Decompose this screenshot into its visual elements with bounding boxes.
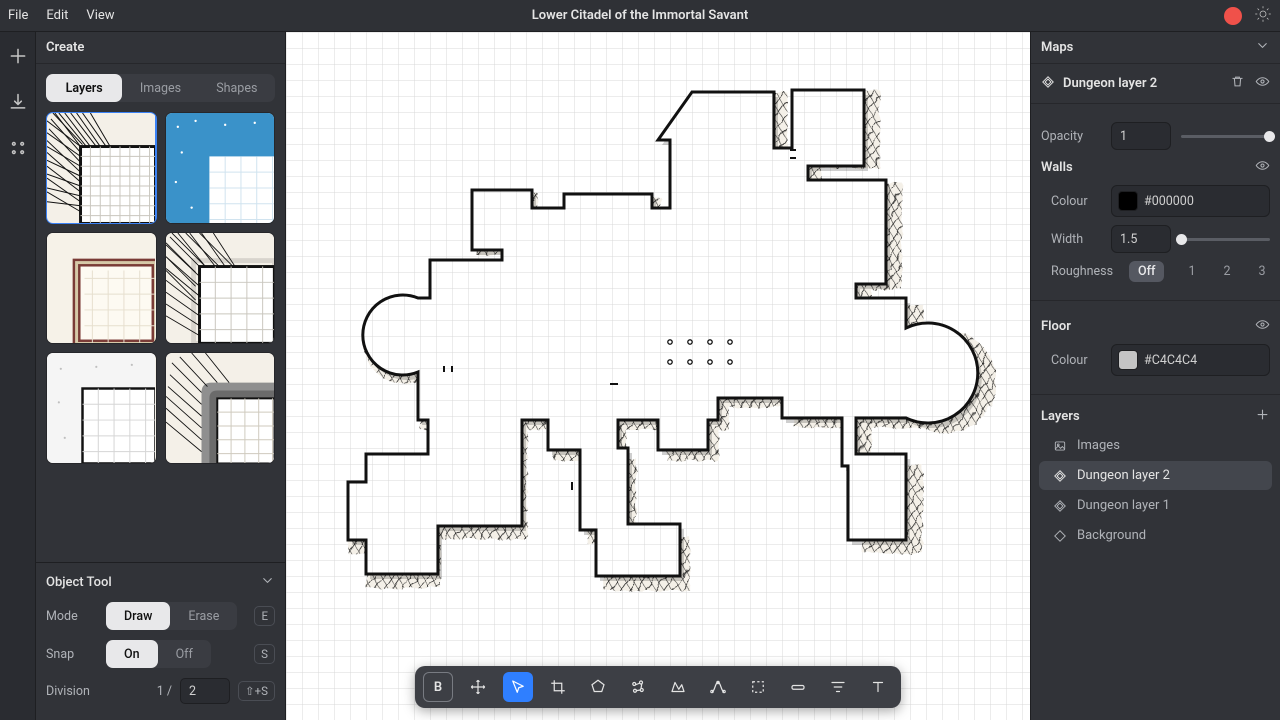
path-tool-icon[interactable]	[703, 672, 733, 702]
menu-file[interactable]: File	[8, 8, 28, 23]
lasso-tool-icon[interactable]	[663, 672, 693, 702]
canvas-toolbar: B	[415, 666, 901, 708]
snap-on[interactable]: On	[106, 640, 158, 668]
layer-item-dungeon-2[interactable]: Dungeon layer 2	[1039, 461, 1272, 490]
opacity-label: Opacity	[1041, 129, 1111, 144]
titlebar: File Edit View Lower Citadel of the Immo…	[0, 0, 1280, 32]
add-layer-icon[interactable]	[1255, 407, 1270, 426]
eye-icon[interactable]	[1255, 158, 1270, 177]
layer-item-background[interactable]: Background	[1039, 521, 1272, 550]
bold-tool[interactable]: B	[423, 672, 453, 702]
select-tool-icon[interactable]	[503, 672, 533, 702]
bridge-tool-icon[interactable]	[783, 672, 813, 702]
layers-title: Layers	[1041, 409, 1080, 424]
scatter-tool-icon[interactable]	[623, 672, 653, 702]
floor-title: Floor	[1041, 319, 1071, 334]
object-tool-panel: Object Tool Mode Draw Erase E Snap On Of…	[36, 562, 285, 720]
snap-off[interactable]: Off	[158, 640, 211, 668]
walls-title: Walls	[1041, 160, 1073, 175]
chevron-down-icon[interactable]	[1255, 38, 1270, 57]
opacity-slider[interactable]	[1181, 135, 1270, 138]
document-title: Lower Citadel of the Immortal Savant	[532, 8, 749, 23]
account-avatar[interactable]	[1224, 7, 1242, 25]
create-tabs: Layers Images Shapes	[46, 74, 275, 102]
menu-view[interactable]: View	[86, 8, 114, 23]
tab-layers[interactable]: Layers	[46, 74, 122, 102]
preset-thumb-1[interactable]	[46, 112, 157, 224]
tab-shapes[interactable]: Shapes	[199, 74, 275, 102]
polygon-tool-icon[interactable]	[583, 672, 613, 702]
opacity-input[interactable]: 1	[1111, 122, 1171, 150]
wall-colour-label: Colour	[1041, 194, 1111, 209]
marquee-tool-icon[interactable]	[743, 672, 773, 702]
canvas[interactable]: B	[286, 32, 1030, 720]
move-tool-icon[interactable]	[463, 672, 493, 702]
crop-tool-icon[interactable]	[543, 672, 573, 702]
wall-width-label: Width	[1041, 232, 1111, 247]
tab-images[interactable]: Images	[122, 74, 198, 102]
layer-item-dungeon-1[interactable]: Dungeon layer 1	[1039, 491, 1272, 520]
floor-colour-label: Colour	[1041, 353, 1111, 368]
object-tool-title: Object Tool	[46, 575, 112, 590]
current-layer-name: Dungeon layer 2	[1063, 76, 1157, 91]
layer-preset-grid	[36, 112, 285, 474]
eye-icon[interactable]	[1255, 317, 1270, 336]
download-icon[interactable]	[8, 92, 28, 116]
tool-rail	[0, 32, 36, 720]
text-tool-icon[interactable]	[863, 672, 893, 702]
preset-thumb-5[interactable]	[46, 352, 157, 464]
preset-thumb-4[interactable]	[165, 232, 276, 344]
snap-hotkey: S	[254, 644, 275, 664]
left-sidebar: Create Layers Images Shapes	[36, 32, 286, 720]
menu-edit[interactable]: Edit	[46, 8, 68, 23]
roughness-1[interactable]: 1	[1184, 261, 1199, 282]
preset-thumb-6[interactable]	[165, 352, 276, 464]
roughness-3[interactable]: 3	[1255, 261, 1270, 282]
wall-width-input[interactable]: 1.5	[1111, 225, 1171, 253]
add-icon[interactable]	[8, 46, 28, 70]
division-input[interactable]: 2	[180, 678, 230, 704]
apps-icon[interactable]	[8, 138, 28, 162]
division-hotkey: ⇧+S	[238, 681, 275, 701]
mode-draw[interactable]: Draw	[106, 602, 170, 630]
mode-label: Mode	[46, 609, 104, 624]
preset-thumb-2[interactable]	[165, 112, 276, 224]
right-sidebar: Maps Dungeon layer 2 Opacity 1 Walls	[1030, 32, 1280, 720]
roughness-2[interactable]: 2	[1219, 261, 1234, 282]
layer-diamond-icon	[1041, 75, 1055, 93]
filter-tool-icon[interactable]	[823, 672, 853, 702]
preset-thumb-3[interactable]	[46, 232, 157, 344]
chevron-down-icon[interactable]	[260, 573, 275, 592]
maps-title: Maps	[1041, 40, 1073, 55]
wall-colour-input[interactable]: #000000	[1111, 185, 1270, 217]
floor-colour-input[interactable]: #C4C4C4	[1111, 344, 1270, 376]
roughness-label: Roughness	[1041, 264, 1119, 279]
trash-icon[interactable]	[1230, 74, 1245, 93]
create-panel-title: Create	[36, 32, 285, 64]
mode-erase[interactable]: Erase	[170, 602, 237, 630]
layer-item-images[interactable]: Images	[1039, 431, 1272, 460]
theme-toggle-icon[interactable]	[1254, 5, 1272, 27]
mode-hotkey: E	[254, 606, 275, 626]
snap-label: Snap	[46, 647, 104, 662]
wall-width-slider[interactable]	[1181, 238, 1270, 241]
eye-icon[interactable]	[1255, 74, 1270, 93]
division-label: Division	[46, 684, 104, 699]
roughness-off[interactable]: Off	[1129, 261, 1164, 282]
division-fraction: 1 /	[157, 684, 172, 699]
